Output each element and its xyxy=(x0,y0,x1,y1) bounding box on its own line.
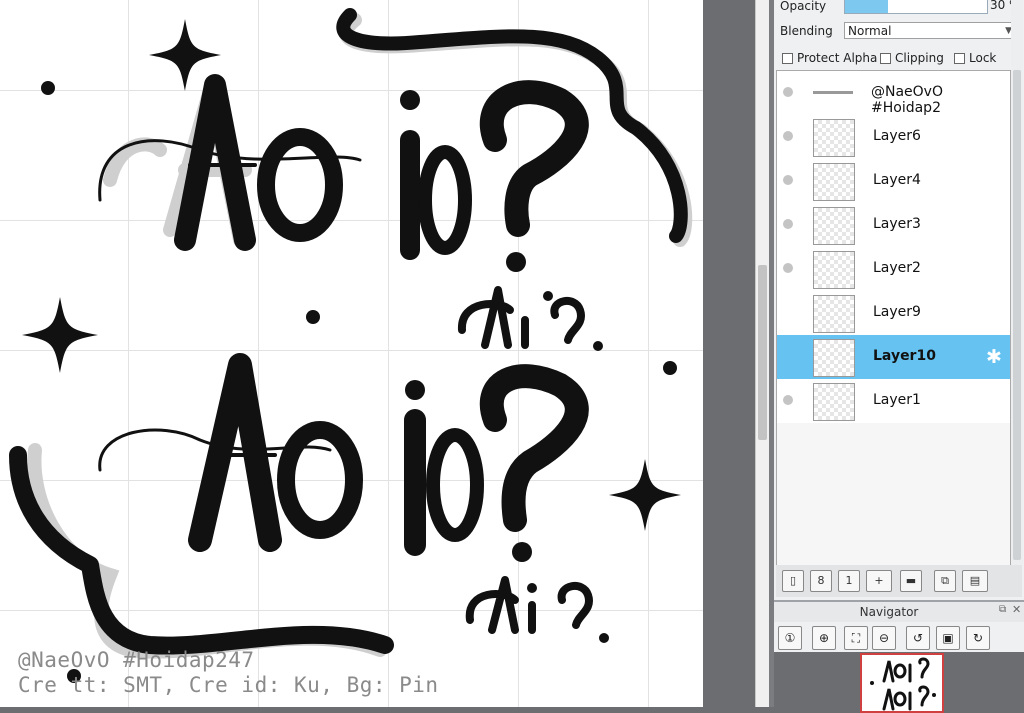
duplicate-layer-icon[interactable]: ⧉ xyxy=(934,570,956,592)
clipping-label: Clipping xyxy=(895,51,944,65)
layer-row[interactable]: Layer4 xyxy=(777,159,1010,204)
lettering-artwork xyxy=(9,8,693,683)
visibility-toggle[interactable] xyxy=(783,307,793,317)
layer-row[interactable]: Layer3 xyxy=(777,203,1010,248)
scrollbar-thumb[interactable] xyxy=(1013,70,1021,560)
reset-view-icon[interactable]: ▣ xyxy=(936,626,960,650)
folder-icon[interactable]: ▬ xyxy=(900,570,922,592)
visibility-eye-icon[interactable] xyxy=(783,175,793,185)
visibility-toggle[interactable] xyxy=(783,351,793,361)
actual-size-icon[interactable]: ① xyxy=(778,626,802,650)
drawing-canvas[interactable]: @NaeOvO #Hoidap247 Cre tt: SMT, Cre id: … xyxy=(0,0,703,707)
rotate-left-icon[interactable]: ↺ xyxy=(906,626,930,650)
layer-row[interactable]: @NaeOvO #Hoidap2 xyxy=(777,71,1010,116)
canvas-vertical-scrollbar[interactable] xyxy=(755,0,770,707)
visibility-eye-icon[interactable] xyxy=(783,131,793,141)
layer-panel: Opacity 30 % Blending Normal ▼ Protect A… xyxy=(774,0,1024,713)
layer-list-empty-area xyxy=(776,423,1011,566)
zoom-in-icon[interactable]: ⊕ xyxy=(812,626,836,650)
merge-layer-icon[interactable]: ▤ xyxy=(962,570,988,592)
canvas-gutter xyxy=(703,0,755,707)
protect-alpha-checkbox[interactable]: Protect Alpha xyxy=(782,51,877,65)
navigator-title: Navigator xyxy=(859,605,919,619)
layer-list: @NaeOvO #Hoidap2 Layer6 Layer4 Layer3 Layer2… xyxy=(776,70,1011,424)
layer-name: Layer3 xyxy=(873,216,921,232)
visibility-eye-icon[interactable] xyxy=(783,219,793,229)
opacity-fill xyxy=(845,0,888,13)
fit-window-icon[interactable]: ⛶ xyxy=(844,626,868,650)
new-1bit-layer-icon[interactable]: 1 xyxy=(838,570,860,592)
scrollbar-thumb[interactable] xyxy=(758,265,767,440)
opacity-slider[interactable] xyxy=(844,0,988,14)
navigator-view xyxy=(774,652,1024,713)
opacity-row: Opacity 30 % xyxy=(774,0,1024,20)
clipping-checkbox[interactable]: Clipping xyxy=(880,51,944,65)
layer-name: Layer2 xyxy=(873,260,921,276)
new-layer-icon[interactable]: ▯ xyxy=(782,570,804,592)
navigator-thumbnail xyxy=(870,657,936,711)
panel-scrollbar[interactable] xyxy=(1011,0,1023,565)
layer-row[interactable]: Layer10 ✱ xyxy=(777,335,1010,380)
layer-row[interactable]: Layer1 xyxy=(777,379,1010,423)
expand-icon[interactable]: ⧉ xyxy=(999,604,1006,615)
blending-value: Normal xyxy=(848,24,892,38)
new-8bit-layer-icon[interactable]: 8 xyxy=(810,570,832,592)
layer-name: Layer4 xyxy=(873,172,921,188)
layer-name: Layer1 xyxy=(873,392,921,408)
layer-thumbnail xyxy=(813,383,855,421)
navigator-toolbar: ① ⊕ ⛶ ⊖ ↺ ▣ ↻ xyxy=(774,622,1024,652)
watermark-credit: @NaeOvO #Hoidap247 xyxy=(18,648,255,672)
checkbox-box[interactable] xyxy=(954,52,965,64)
visibility-eye-icon[interactable] xyxy=(783,263,793,273)
watermark-source: Cre tt: SMT, Cre id: Ku, Bg: Pin xyxy=(18,673,439,697)
layer-thumbnail xyxy=(813,295,855,333)
lock-label: Lock xyxy=(969,51,997,65)
navigator-header: Navigator ⧉ ✕ xyxy=(774,600,1024,622)
lock-checkbox[interactable]: Lock xyxy=(954,51,996,65)
layer-thumbnail xyxy=(813,251,855,289)
layer-thumbnail xyxy=(813,339,855,377)
rotate-right-icon[interactable]: ↻ xyxy=(966,626,990,650)
sparkle-shape xyxy=(609,459,681,531)
layer-thumbnail xyxy=(813,75,853,111)
layer-row[interactable]: Layer9 xyxy=(777,291,1010,336)
checkbox-box[interactable] xyxy=(782,52,793,64)
navigator-preview[interactable] xyxy=(860,653,944,713)
blending-select[interactable]: Normal ▼ xyxy=(844,22,1016,39)
sparkle-shape xyxy=(21,297,98,373)
opacity-label: Opacity xyxy=(780,0,827,13)
layer-row[interactable]: Layer2 xyxy=(777,247,1010,292)
layer-name: Layer10 xyxy=(873,348,936,364)
layer-name: Layer6 xyxy=(873,128,921,144)
blending-label: Blending xyxy=(780,24,833,38)
checkbox-box[interactable] xyxy=(880,52,891,64)
layer-row[interactable]: Layer6 xyxy=(777,115,1010,160)
visibility-eye-icon[interactable] xyxy=(783,395,793,405)
visibility-eye-icon[interactable] xyxy=(783,87,793,97)
layer-toolbar: ▯ 8 1 + ▬ ⧉ ▤ xyxy=(776,565,1022,597)
gear-icon[interactable]: ✱ xyxy=(986,346,1002,368)
close-icon[interactable]: ✕ xyxy=(1012,603,1021,616)
layer-name: Layer9 xyxy=(873,304,921,320)
layer-thumbnail xyxy=(813,163,855,201)
layer-name: @NaeOvO #Hoidap2 xyxy=(871,84,943,116)
add-layer-menu-icon[interactable]: + xyxy=(866,570,892,592)
protect-alpha-label: Protect Alpha xyxy=(797,51,878,65)
layer-thumbnail xyxy=(813,207,855,245)
zoom-out-icon[interactable]: ⊖ xyxy=(872,626,896,650)
layer-thumbnail xyxy=(813,119,855,157)
